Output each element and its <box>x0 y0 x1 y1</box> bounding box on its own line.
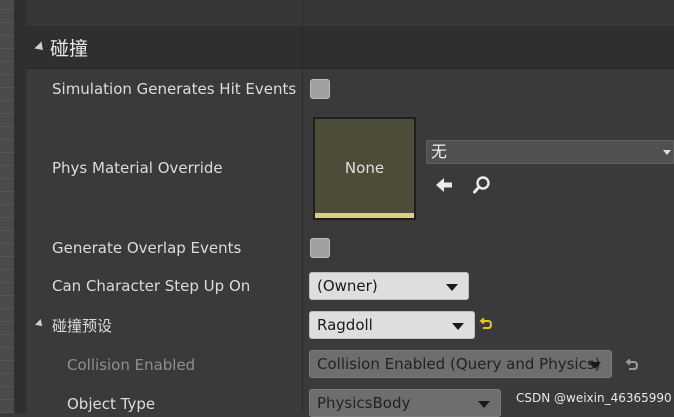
left-gap <box>14 0 26 413</box>
phys-material-asset-combo[interactable]: 无 <box>426 140 674 164</box>
collision-enabled-dropdown[interactable]: Collision Enabled (Query and Physics) <box>309 350 612 378</box>
step-up-value: (Owner) <box>317 277 378 295</box>
collision-section-header[interactable]: 碰撞 <box>26 26 674 69</box>
section-title: 碰撞 <box>50 37 89 60</box>
thumbnail-color-bar <box>315 213 414 218</box>
phys-material-label: Phys Material Override <box>52 159 223 177</box>
collision-preset-label: 碰撞预设 <box>52 317 113 335</box>
thumbnail-none-text: None <box>344 159 385 177</box>
reset-to-default-icon[interactable] <box>625 357 639 376</box>
browse-magnifier-icon[interactable] <box>472 175 492 199</box>
chevron-down-icon <box>446 284 458 291</box>
collision-enabled-label: Collision Enabled <box>67 356 196 374</box>
object-type-value: PhysicsBody <box>317 394 411 412</box>
use-selected-arrow-icon[interactable] <box>434 175 454 199</box>
collision-preset-value: Ragdoll <box>317 316 373 334</box>
collision-preset-dropdown[interactable]: Ragdoll <box>309 311 475 339</box>
overlap-events-label: Generate Overlap Events <box>52 239 242 257</box>
expand-triangle-icon[interactable] <box>35 319 45 329</box>
step-up-dropdown[interactable]: (Owner) <box>309 272 469 300</box>
asset-combo-value: 无 <box>431 142 448 161</box>
column-divider[interactable] <box>302 0 303 413</box>
reset-to-default-icon[interactable] <box>479 316 493 335</box>
chevron-down-icon <box>452 323 464 330</box>
top-band <box>26 0 674 26</box>
object-type-label: Object Type <box>67 395 156 413</box>
left-panel-edge <box>0 0 14 413</box>
watermark: CSDN @weixin_46365990 <box>516 391 672 405</box>
step-up-label: Can Character Step Up On <box>52 277 251 295</box>
chevron-down-icon <box>663 150 671 155</box>
overlap-events-checkbox[interactable] <box>310 238 330 258</box>
phys-material-thumbnail[interactable]: None <box>313 117 416 220</box>
chevron-down-icon <box>478 401 490 408</box>
chevron-down-icon <box>589 362 601 369</box>
sim-hit-events-label: Simulation Generates Hit Events <box>52 80 297 98</box>
sim-hit-events-checkbox[interactable] <box>310 79 330 99</box>
expand-triangle-icon[interactable] <box>34 40 47 54</box>
collision-enabled-value: Collision Enabled (Query and Physics) <box>317 355 601 373</box>
